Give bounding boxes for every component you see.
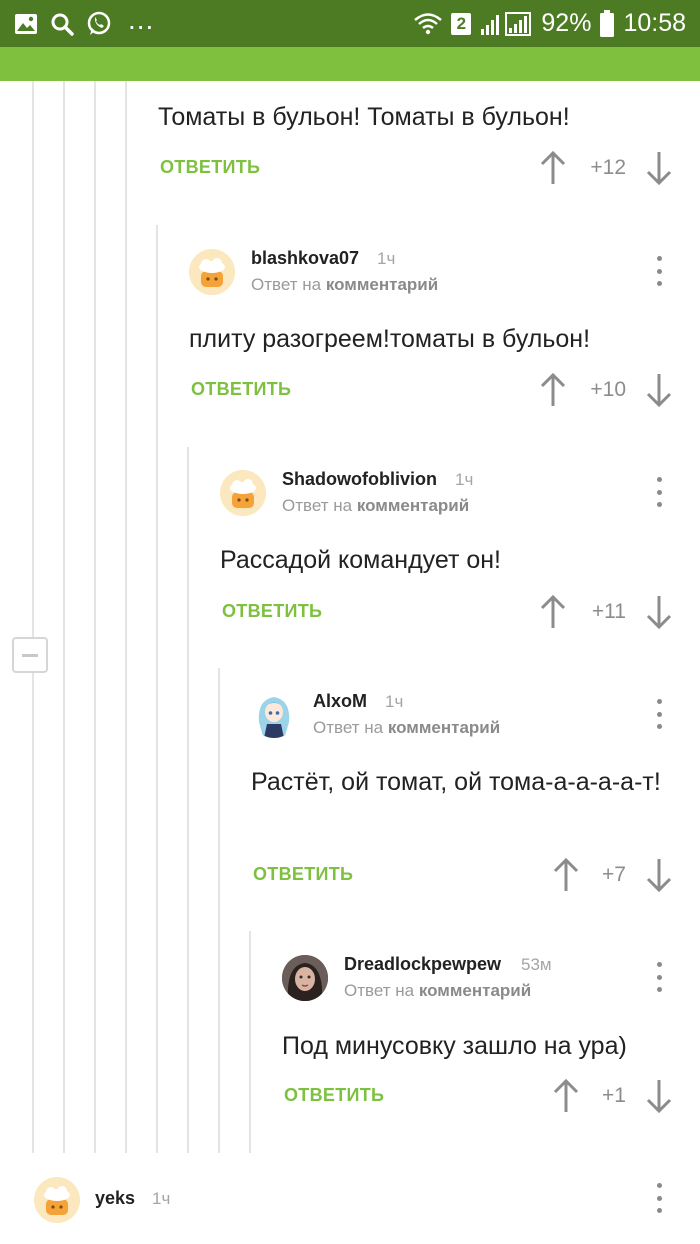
whatsapp-icon xyxy=(86,11,112,37)
reply-to: Ответ на комментарий xyxy=(313,718,500,738)
search-icon xyxy=(50,12,74,36)
reply-to-prefix: Ответ на xyxy=(344,981,415,1000)
score: +7 xyxy=(602,863,626,886)
clock: 10:58 xyxy=(623,9,686,37)
reply-to-link[interactable]: комментарий xyxy=(357,496,469,515)
default-avatar-icon[interactable] xyxy=(189,249,235,295)
reply-to: Ответ на комментарий xyxy=(344,981,531,1001)
reply-button[interactable]: ОТВЕТИТЬ xyxy=(284,1085,384,1106)
minus-icon xyxy=(22,653,38,657)
comment-time: 1ч xyxy=(455,470,474,489)
comment-text: плиту разогреем!томаты в бульон! xyxy=(189,325,591,353)
nest-line xyxy=(218,668,220,1153)
username[interactable]: blashkova07 xyxy=(251,248,359,269)
status-bar: ... 2 92% 10:58 xyxy=(0,0,700,47)
more-options-icon[interactable] xyxy=(655,699,663,729)
username[interactable]: yeks xyxy=(95,1188,135,1209)
default-avatar-icon[interactable] xyxy=(34,1177,80,1223)
comment-text: Рассадой командует он! xyxy=(220,546,502,574)
reply-button[interactable]: ОТВЕТИТЬ xyxy=(160,157,260,178)
nest-line xyxy=(187,447,189,1153)
username[interactable]: Dreadlockpewpew xyxy=(344,954,501,975)
upvote-arrow-icon[interactable] xyxy=(539,372,567,408)
thread-line[interactable] xyxy=(32,81,34,1153)
app-top-bar xyxy=(0,47,700,81)
upvote-arrow-icon[interactable] xyxy=(539,594,567,630)
upvote-arrow-icon[interactable] xyxy=(539,150,567,186)
reply-to: Ответ на комментарий xyxy=(251,275,438,295)
comment-time: 1ч xyxy=(152,1189,171,1208)
comment-text: Растёт, ой томат, ой тома-а-а-а-а-т! xyxy=(251,768,661,796)
comment-text: Под минусовку зашло на ура) xyxy=(282,1032,627,1060)
battery-icon xyxy=(599,9,615,38)
downvote-arrow-icon[interactable] xyxy=(645,150,673,186)
score: +10 xyxy=(590,378,626,401)
comment-time: 53м xyxy=(521,955,552,974)
more-notifications: ... xyxy=(128,3,155,35)
downvote-arrow-icon[interactable] xyxy=(645,1078,673,1114)
nest-line xyxy=(249,931,251,1153)
score: +1 xyxy=(602,1084,626,1107)
sim-badge: 2 xyxy=(451,12,472,35)
reply-to-prefix: Ответ на xyxy=(282,496,353,515)
wifi-icon xyxy=(413,12,443,36)
downvote-arrow-icon[interactable] xyxy=(645,594,673,630)
reply-button[interactable]: ОТВЕТИТЬ xyxy=(191,379,291,400)
reply-to-prefix: Ответ на xyxy=(251,275,322,294)
image-icon xyxy=(14,13,38,35)
reply-to-link[interactable]: комментарий xyxy=(326,275,438,294)
nest-line xyxy=(156,225,158,1153)
reply-to-link[interactable]: комментарий xyxy=(388,718,500,737)
score: +12 xyxy=(590,156,626,179)
reply-to-prefix: Ответ на xyxy=(313,718,384,737)
downvote-arrow-icon[interactable] xyxy=(645,372,673,408)
thread-line[interactable] xyxy=(94,81,96,1153)
comment-time: 1ч xyxy=(377,249,396,268)
reply-to-link[interactable]: комментарий xyxy=(419,981,531,1000)
thread-line[interactable] xyxy=(63,81,65,1153)
thread-line[interactable] xyxy=(125,81,127,1153)
more-options-icon[interactable] xyxy=(655,477,663,507)
comment-time: 1ч xyxy=(385,692,404,711)
photo-avatar[interactable] xyxy=(282,955,328,1001)
reply-button[interactable]: ОТВЕТИТЬ xyxy=(222,601,322,622)
default-avatar-icon[interactable] xyxy=(220,470,266,516)
more-options-icon[interactable] xyxy=(655,256,663,286)
anime-avatar[interactable] xyxy=(251,692,297,738)
reply-button[interactable]: ОТВЕТИТЬ xyxy=(253,864,353,885)
battery-percent: 92% xyxy=(541,9,592,37)
username[interactable]: AlxoM xyxy=(313,691,367,712)
reply-to: Ответ на комментарий xyxy=(282,496,469,516)
comment-text: Томаты в бульон! Томаты в бульон! xyxy=(158,103,570,131)
username[interactable]: Shadowofoblivion xyxy=(282,469,437,490)
downvote-arrow-icon[interactable] xyxy=(645,857,673,893)
more-options-icon[interactable] xyxy=(655,962,663,992)
collapse-thread-button[interactable] xyxy=(12,637,48,673)
score: +11 xyxy=(591,600,626,623)
more-options-icon[interactable] xyxy=(655,1183,663,1213)
signal-icon xyxy=(479,11,533,37)
